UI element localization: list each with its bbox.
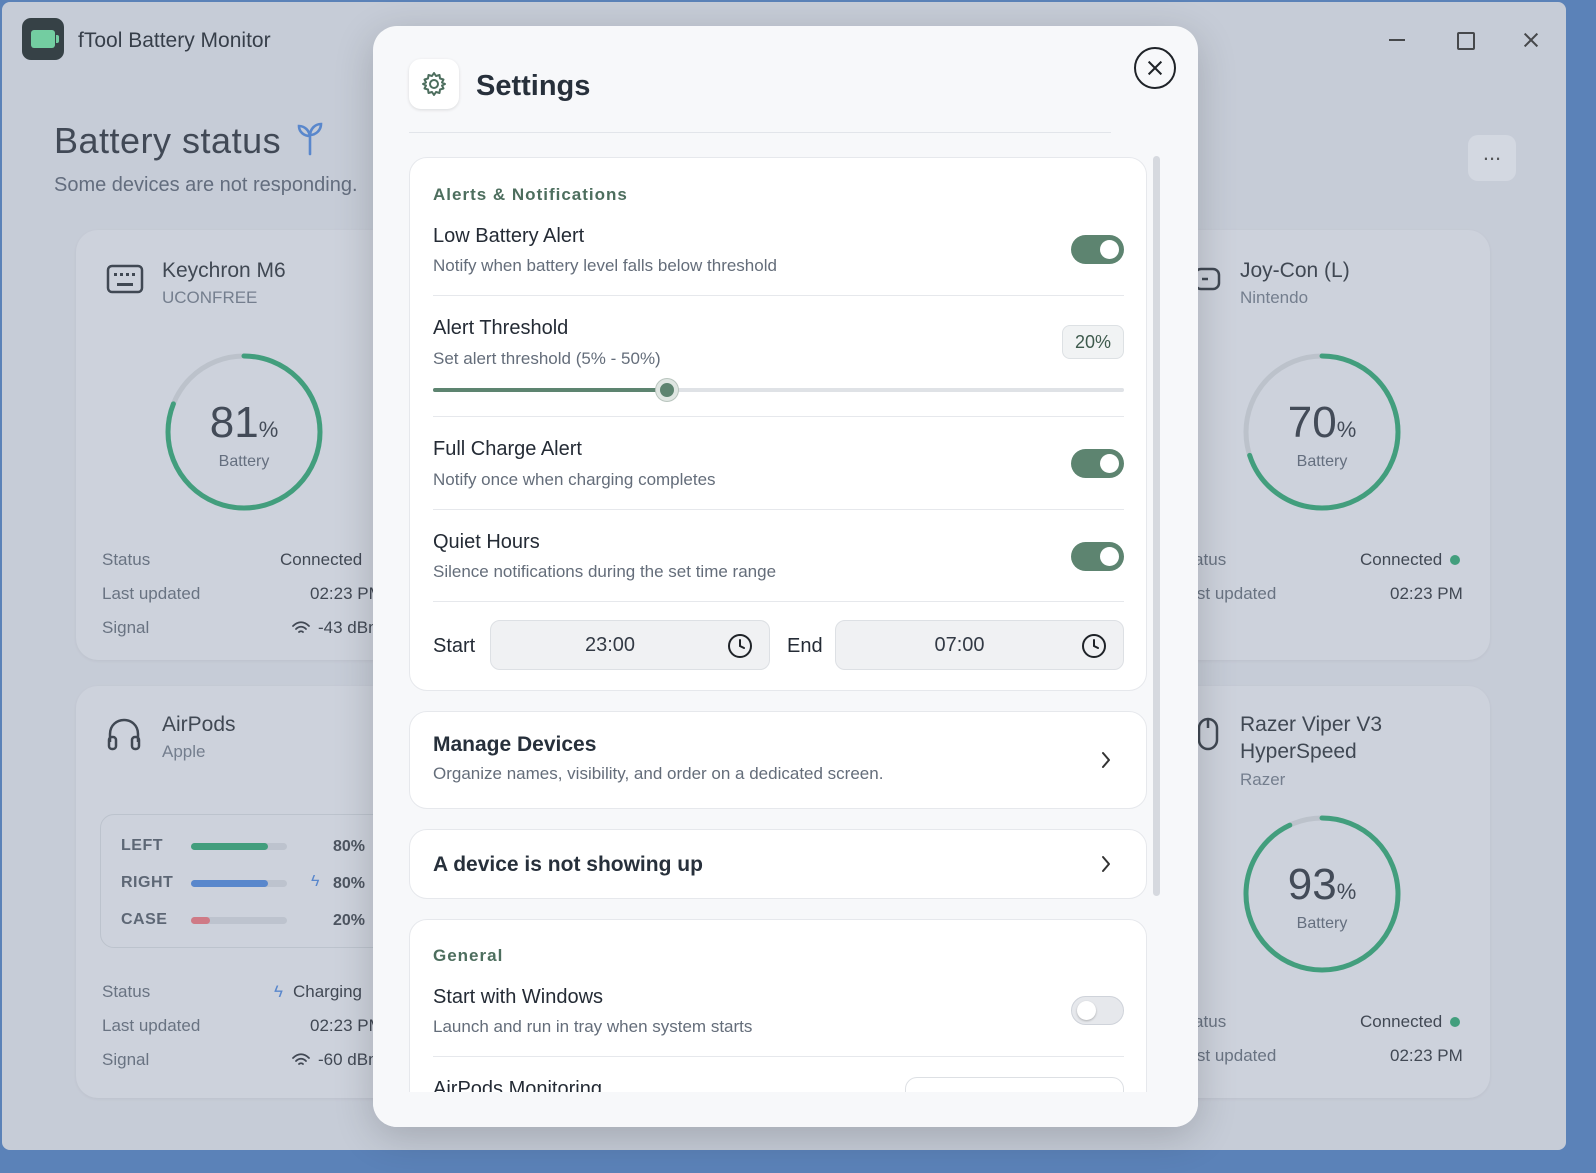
manage-devices-desc: Organize names, visibility, and order on… xyxy=(433,764,884,783)
full-charge-toggle[interactable] xyxy=(1071,449,1124,478)
quiet-hours-toggle[interactable] xyxy=(1071,542,1124,571)
device-not-showing-title: A device is not showing up xyxy=(433,853,703,876)
scrollbar[interactable] xyxy=(1153,156,1160,896)
slider-handle[interactable] xyxy=(655,379,678,401)
full-charge-title: Full Charge Alert xyxy=(433,438,582,460)
alert-threshold-desc: Set alert threshold (5% - 50%) xyxy=(433,349,661,368)
low-battery-title: Low Battery Alert xyxy=(433,225,585,247)
section-heading: General xyxy=(433,946,504,965)
quiet-hours-desc: Silence notifications during the set tim… xyxy=(433,562,777,581)
manage-devices-link[interactable]: Manage Devices Organize names, visibilit… xyxy=(409,711,1147,809)
full-charge-desc: Notify once when charging completes xyxy=(433,470,716,489)
start-windows-desc: Launch and run in tray when system start… xyxy=(433,1017,753,1036)
dialog-title: Settings xyxy=(476,70,591,102)
dialog-footer-fade xyxy=(373,1092,1198,1127)
low-battery-toggle[interactable] xyxy=(1071,235,1124,264)
start-windows-toggle[interactable] xyxy=(1071,996,1124,1025)
end-time-value: 07:00 xyxy=(934,634,985,656)
end-label: End xyxy=(787,635,823,657)
gear-icon xyxy=(409,59,459,109)
start-time-field[interactable]: 23:00 xyxy=(490,620,770,670)
start-windows-title: Start with Windows xyxy=(433,986,604,1008)
section-heading: Alerts & Notifications xyxy=(433,185,628,204)
low-battery-desc: Notify when battery level falls below th… xyxy=(433,256,777,275)
divider xyxy=(433,601,1124,602)
divider xyxy=(433,416,1124,417)
slider-fill xyxy=(433,388,667,392)
threshold-value-badge: 20% xyxy=(1062,325,1124,359)
end-time-field[interactable]: 07:00 xyxy=(835,620,1124,670)
divider xyxy=(433,509,1124,510)
divider xyxy=(433,295,1124,296)
clock-icon xyxy=(1082,634,1106,658)
manage-devices-title: Manage Devices xyxy=(433,733,597,756)
settings-dialog: Settings Alerts & Notifications Low Batt… xyxy=(373,26,1198,1127)
threshold-slider[interactable] xyxy=(433,379,1124,401)
alerts-section: Alerts & Notifications Low Battery Alert… xyxy=(409,157,1147,691)
chevron-right-icon xyxy=(1102,856,1110,872)
device-not-showing-link[interactable]: A device is not showing up xyxy=(409,829,1147,899)
quiet-hours-title: Quiet Hours xyxy=(433,531,540,553)
start-label: Start xyxy=(433,635,476,657)
alert-threshold-title: Alert Threshold xyxy=(433,317,569,339)
divider xyxy=(433,1056,1124,1057)
close-dialog-button[interactable] xyxy=(1134,47,1176,89)
clock-icon xyxy=(728,634,752,658)
title-divider xyxy=(409,132,1111,133)
chevron-right-icon xyxy=(1102,752,1110,768)
